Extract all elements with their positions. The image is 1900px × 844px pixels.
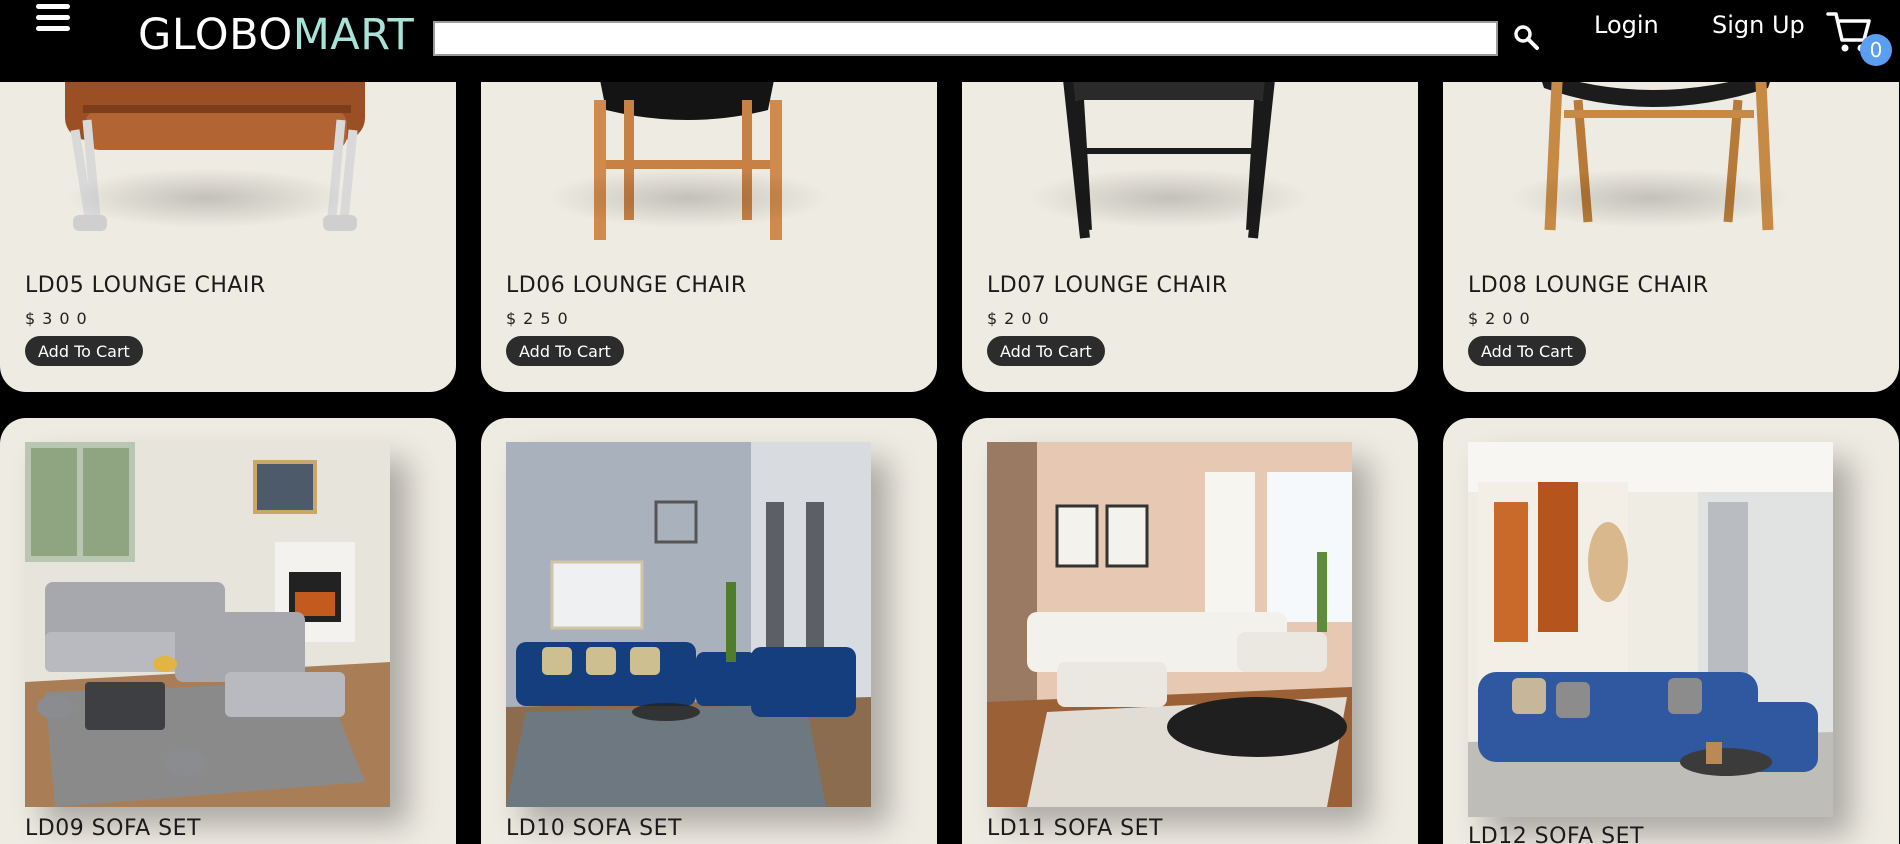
product-card: LD12 SOFA SET (1443, 418, 1899, 844)
product-name[interactable]: LD07 LOUNGE CHAIR (987, 273, 1228, 298)
product-card: LD11 SOFA SET (962, 418, 1418, 844)
add-to-cart-button[interactable]: Add To Cart (1468, 336, 1586, 366)
login-link[interactable]: Login (1594, 8, 1659, 42)
search-button[interactable] (1510, 21, 1544, 55)
product-card: LD09 SOFA SET (0, 418, 456, 844)
product-image[interactable] (506, 442, 871, 807)
product-name[interactable]: LD11 SOFA SET (987, 816, 1163, 841)
product-card: LD10 SOFA SET (481, 418, 937, 844)
add-to-cart-button[interactable]: Add To Cart (25, 336, 143, 366)
add-to-cart-button[interactable]: Add To Cart (506, 336, 624, 366)
hamburger-menu-icon[interactable] (36, 4, 72, 36)
brand-logo[interactable]: GLOBOMART (138, 8, 414, 62)
cart-count-badge: 0 (1860, 34, 1892, 66)
product-price: $200 (1468, 309, 1537, 328)
product-price: $300 (25, 309, 94, 328)
brand-name-part1: GLOBO (138, 10, 293, 60)
product-name[interactable]: LD09 SOFA SET (25, 816, 201, 841)
signup-link[interactable]: Sign Up (1712, 8, 1805, 42)
add-to-cart-button[interactable]: Add To Cart (987, 336, 1105, 366)
brand-name-part2: MART (292, 10, 415, 60)
product-price: $250 (506, 309, 575, 328)
product-image[interactable] (987, 442, 1352, 807)
product-name[interactable]: LD10 SOFA SET (506, 816, 682, 841)
product-price: $200 (987, 309, 1056, 328)
product-name[interactable]: LD05 LOUNGE CHAIR (25, 273, 266, 298)
product-name[interactable]: LD12 SOFA SET (1468, 824, 1644, 844)
product-name[interactable]: LD08 LOUNGE CHAIR (1468, 273, 1709, 298)
top-navigation-bar: GLOBOMART Login Sign Up 0 (0, 0, 1900, 82)
product-image[interactable] (25, 442, 390, 807)
product-image[interactable] (1468, 442, 1833, 817)
cart-button[interactable]: 0 (1826, 8, 1896, 74)
search-icon (1514, 25, 1539, 50)
search-input[interactable] (433, 21, 1498, 56)
product-name[interactable]: LD06 LOUNGE CHAIR (506, 273, 747, 298)
